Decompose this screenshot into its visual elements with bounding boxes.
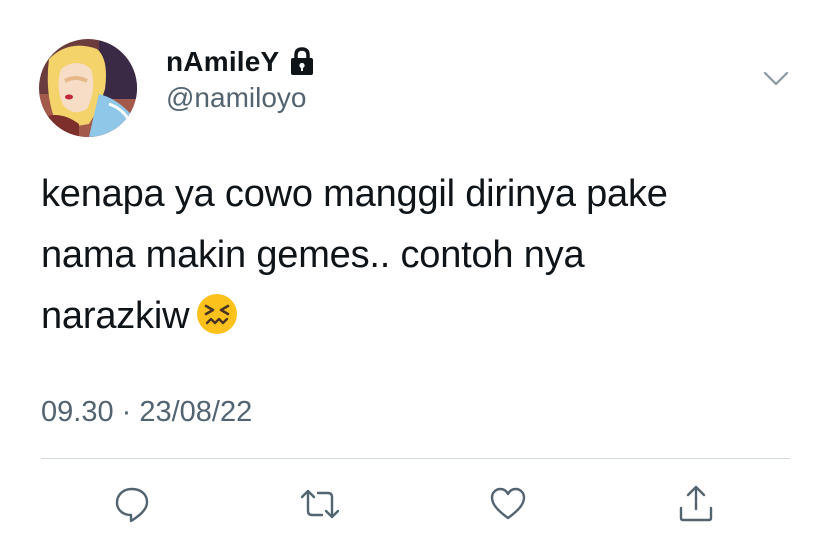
handle[interactable]: @namiloyo bbox=[166, 82, 306, 114]
avatar[interactable] bbox=[39, 39, 137, 137]
reply-icon bbox=[115, 487, 149, 523]
lock-icon bbox=[287, 46, 317, 78]
retweet-icon bbox=[300, 489, 340, 519]
display-name[interactable]: nAmileY bbox=[166, 46, 279, 78]
tweet-card: nAmileY @namiloyo kenapa ya cowo manggil… bbox=[0, 0, 828, 547]
share-button[interactable] bbox=[674, 482, 718, 526]
tweet-text-line: kenapa ya cowo manggil dirinya pake bbox=[41, 173, 668, 215]
timestamp[interactable]: 09.30 · 23/08/22 bbox=[41, 396, 252, 429]
confounded-face-emoji-icon bbox=[195, 292, 239, 336]
share-icon bbox=[679, 485, 713, 522]
tweet-text-line-last: narazkiw bbox=[41, 286, 801, 347]
tweet-text-line: narazkiw bbox=[41, 295, 190, 337]
avatar-image bbox=[39, 39, 137, 137]
tweet-text-line: nama makin gemes.. contoh nya bbox=[41, 234, 585, 276]
chevron-down-icon[interactable] bbox=[760, 64, 792, 92]
tweet-text: kenapa ya cowo manggil dirinya pake nama… bbox=[41, 164, 801, 347]
reply-button[interactable] bbox=[110, 482, 154, 526]
heart-icon bbox=[490, 487, 526, 520]
like-button[interactable] bbox=[486, 482, 530, 526]
divider bbox=[41, 458, 790, 459]
retweet-button[interactable] bbox=[298, 482, 342, 526]
display-name-row: nAmileY bbox=[166, 42, 317, 82]
